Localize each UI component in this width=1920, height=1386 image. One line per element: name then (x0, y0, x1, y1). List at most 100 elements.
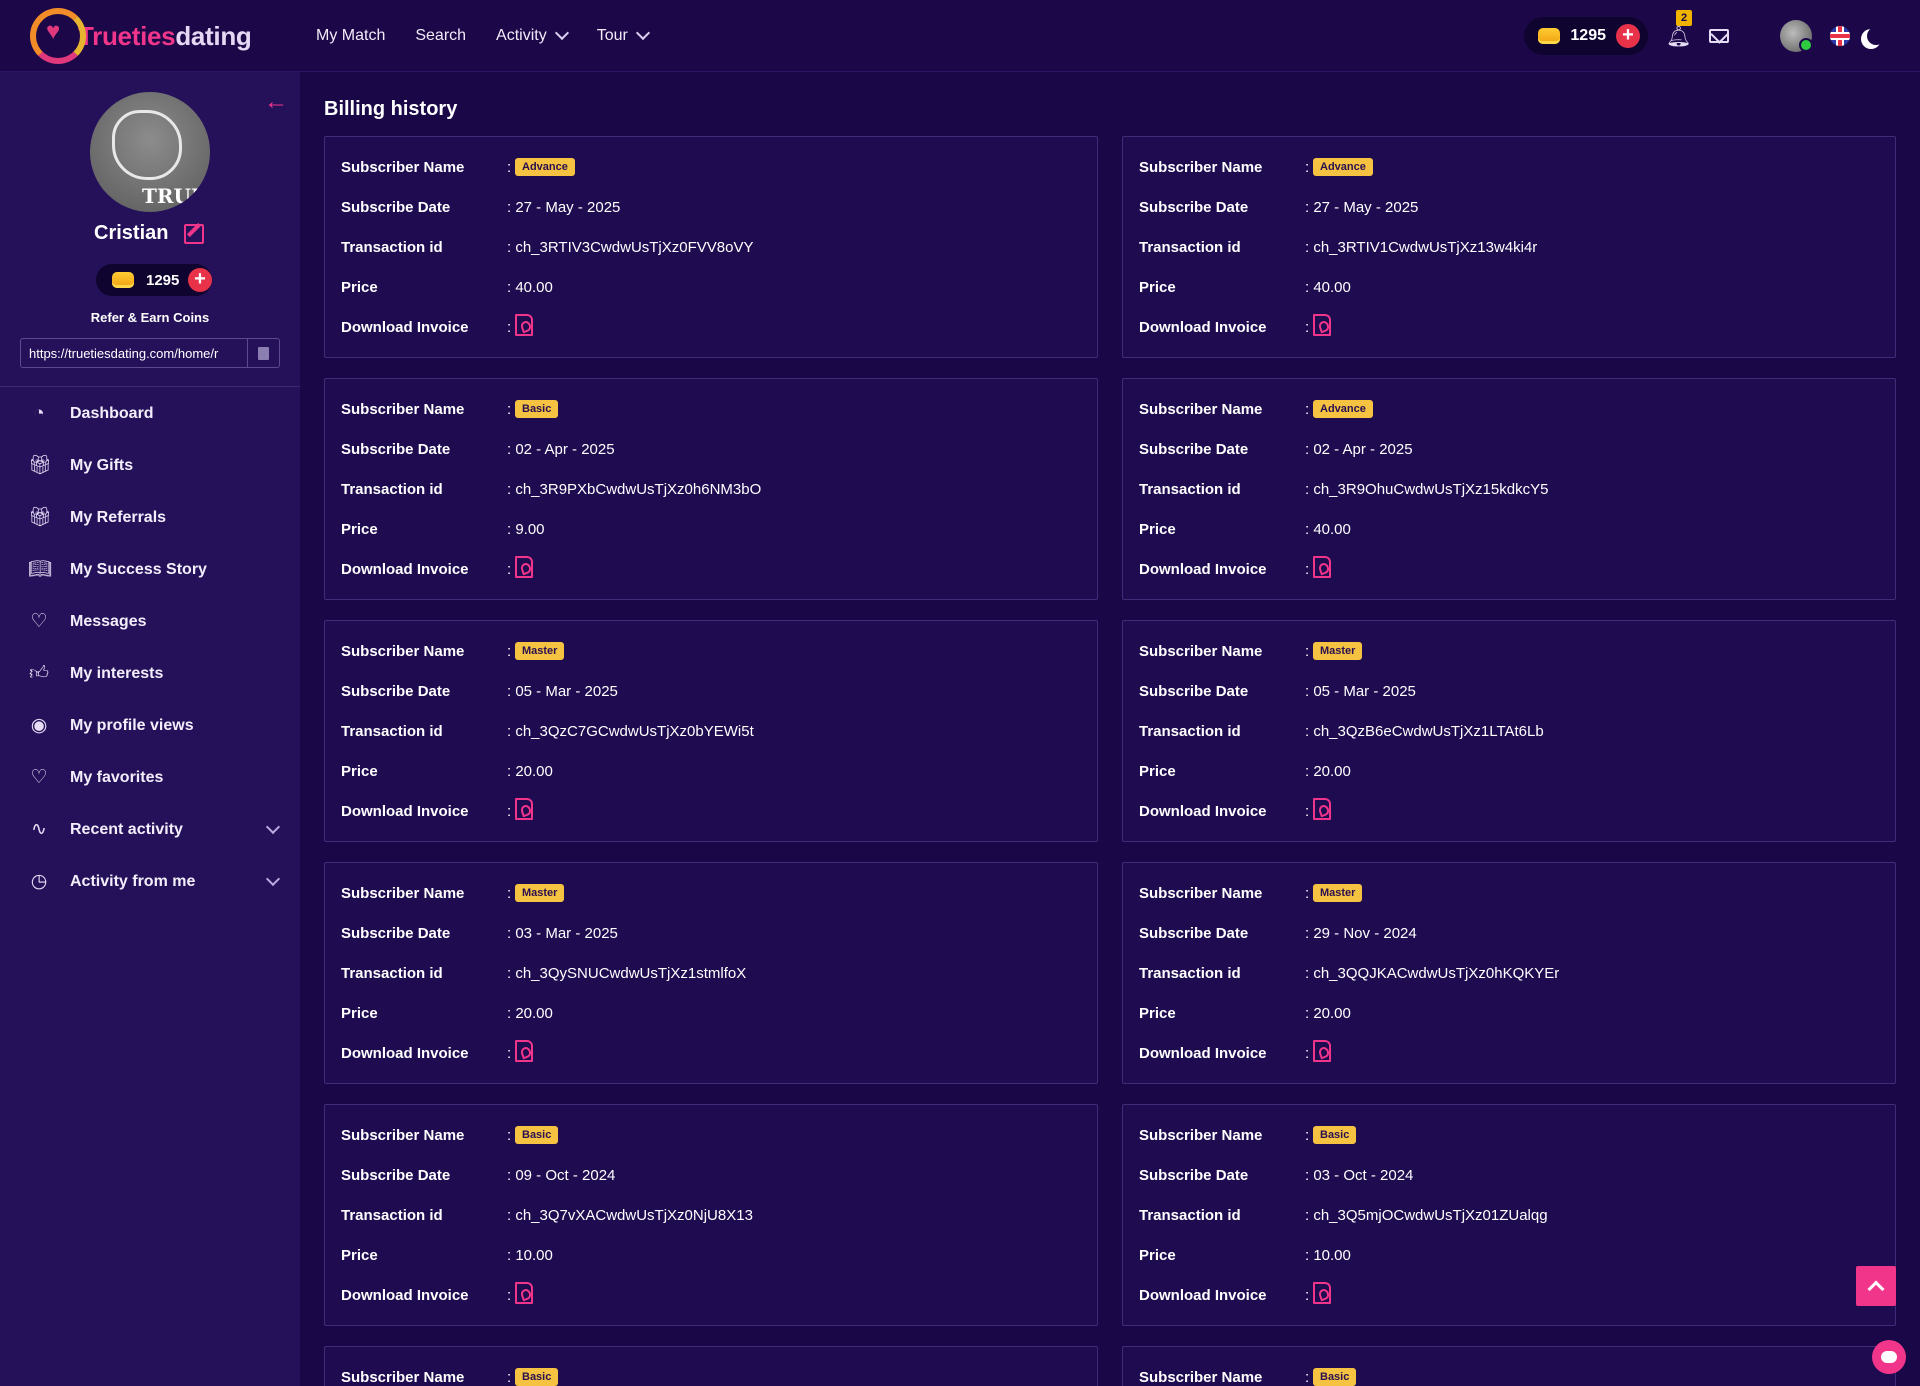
field-value-txn: : ch_3R9OhuCwdwUsTjXz15kdkcY5 (1305, 480, 1549, 498)
field-colon: : (1305, 560, 1310, 578)
profile-avatar[interactable]: TRUM (90, 92, 210, 212)
field-value-price: : 9.00 (507, 520, 545, 538)
sidebar-item-my-referrals[interactable]: 🎁︎ My Referrals (0, 492, 300, 544)
sidebar-coin-balance[interactable]: 1295 + (96, 264, 212, 296)
billing-cards: Subscriber Name: Advance Subscribe Date: 2… (324, 136, 1896, 1386)
sidebar-add-coins-button[interactable]: + (188, 268, 212, 292)
nav-item-tour[interactable]: Tour (597, 25, 650, 45)
field-label: Subscriber Name (341, 158, 465, 176)
billing-row-price: Price: 20.00 (341, 751, 1081, 791)
nav-item-my-match[interactable]: My Match (316, 27, 385, 45)
sidebar-item-my-profile-views[interactable]: ◉ My profile views (0, 700, 300, 752)
field-label: Subscriber Name (1139, 642, 1263, 660)
heart-icon: ♡ (30, 767, 48, 788)
refer-earn-label: Refer & Earn Coins (90, 310, 210, 325)
brand-name-part2: dating (175, 20, 252, 51)
brand-name-part1: Trueties (78, 20, 176, 51)
sidebar-item-my-interests[interactable]: 👍︎ My interests (0, 648, 300, 700)
field-colon: : (507, 560, 512, 578)
billing-row-subscribe-date: Subscribe Date: 03 - Mar - 2025 (341, 913, 1081, 953)
sidebar-item-my-gifts[interactable]: 🎁︎ My Gifts (0, 440, 300, 492)
billing-row-subscriber-name: Subscriber Name: Basic (341, 1115, 1081, 1155)
billing-row-subscribe-date: Subscribe Date: 05 - Mar - 2025 (341, 671, 1081, 711)
uk-flag-icon[interactable] (1830, 26, 1850, 46)
nav-item-activity[interactable]: Activity (496, 25, 569, 45)
field-value-date: : 03 - Mar - 2025 (507, 924, 618, 942)
brand-name: Truetiesdating (78, 21, 252, 52)
pdf-download-icon[interactable] (515, 1282, 533, 1304)
billing-card: Subscriber Name: Advance Subscribe Date: 0… (1122, 378, 1896, 600)
clipboard-icon (258, 346, 269, 360)
sidebar-item-dashboard[interactable]: ◔ Dashboard (0, 388, 300, 440)
billing-row-price: Price: 20.00 (1139, 993, 1879, 1033)
pdf-download-icon[interactable] (515, 556, 533, 578)
billing-row-subscriber-name: Subscriber Name: Basic (341, 389, 1081, 429)
billing-row-subscribe-date: Subscribe Date: 27 - May - 2025 (341, 187, 1081, 227)
field-value-txn: : ch_3RTIV3CwdwUsTjXz0FVV8oVY (507, 238, 754, 256)
referral-link-input[interactable] (21, 339, 247, 367)
pdf-download-icon[interactable] (515, 798, 533, 820)
chevron-down-icon[interactable] (265, 871, 281, 887)
sidebar-item-label: Dashboard (70, 405, 154, 422)
field-value-price: : 20.00 (507, 762, 553, 780)
field-colon: : (507, 400, 512, 418)
field-colon: : (1305, 1286, 1310, 1304)
field-label: Subscribe Date (341, 1166, 451, 1184)
field-label: Transaction id (1139, 238, 1241, 256)
field-value-price: : 10.00 (507, 1246, 553, 1264)
brand-logo[interactable]: ♥ Truetiesdating (30, 6, 252, 66)
billing-card: Subscriber Name: Basic Subscribe Date: 03 … (1122, 1104, 1896, 1326)
pdf-download-icon[interactable] (1313, 798, 1331, 820)
moon-icon[interactable] (1867, 27, 1885, 45)
copy-link-button[interactable] (247, 339, 279, 367)
user-avatar[interactable] (1780, 20, 1813, 52)
collapse-sidebar-arrow-icon[interactable]: ← (264, 88, 288, 116)
edit-profile-icon[interactable] (184, 224, 204, 244)
avatar-text: TRUM (142, 184, 210, 208)
pdf-download-icon[interactable] (1313, 1040, 1331, 1062)
field-label: Subscriber Name (341, 642, 465, 660)
chevron-down-icon[interactable] (265, 819, 281, 835)
coin-balance[interactable]: 1295 + (1524, 17, 1648, 55)
chat-button[interactable] (1872, 1340, 1906, 1374)
billing-row-transaction-id: Transaction id: ch_3RTIV3CwdwUsTjXz0FVV8… (341, 227, 1081, 267)
field-label: Price (1139, 762, 1176, 780)
plan-badge: Master (515, 884, 565, 902)
sidebar-item-messages[interactable]: ♡ Messages (0, 596, 300, 648)
pdf-download-icon[interactable] (515, 314, 533, 336)
sidebar-item-recent-activity[interactable]: ∿ Recent activity (0, 804, 300, 856)
avatar-illustration (112, 110, 182, 180)
billing-row-transaction-id: Transaction id: ch_3Q5mjOCwdwUsTjXz01ZUa… (1139, 1195, 1879, 1235)
billing-card: Subscriber Name: Advance Subscribe Date: 2… (1122, 136, 1896, 358)
messages-button[interactable] (1708, 29, 1730, 43)
billing-row-transaction-id: Transaction id: ch_3RTIV1CwdwUsTjXz13w4k… (1139, 227, 1879, 267)
sidebar-item-my-favorites[interactable]: ♡ My favorites (0, 752, 300, 804)
field-label: Download Invoice (341, 802, 469, 820)
billing-row-transaction-id: Transaction id: ch_3QySNUCwdwUsTjXz1stml… (341, 953, 1081, 993)
billing-row-subscriber-name: Subscriber Name: Master (341, 631, 1081, 671)
message-heart-icon: ♡ (30, 611, 48, 632)
field-colon: : (507, 1286, 512, 1304)
sidebar-item-label: My Gifts (70, 457, 134, 474)
billing-row-price: Price: 20.00 (1139, 751, 1879, 791)
field-colon: : (507, 884, 512, 902)
add-coins-button[interactable]: + (1616, 24, 1640, 48)
sidebar-item-activity-from-me[interactable]: ◷ Activity from me (0, 856, 300, 908)
pdf-download-icon[interactable] (1313, 556, 1331, 578)
pdf-download-icon[interactable] (515, 1040, 533, 1062)
pdf-download-icon[interactable] (1313, 314, 1331, 336)
plan-badge: Master (1313, 884, 1363, 902)
notifications-button[interactable]: 🔔︎ 2 (1666, 9, 1692, 49)
field-label: Download Invoice (1139, 318, 1267, 336)
billing-row-subscriber-name: Subscriber Name: Basic (341, 1357, 1081, 1386)
field-label: Transaction id (1139, 722, 1241, 740)
pdf-download-icon[interactable] (1313, 1282, 1331, 1304)
chevron-up-icon (1867, 1280, 1885, 1298)
billing-row-transaction-id: Transaction id: ch_3R9OhuCwdwUsTjXz15kdk… (1139, 469, 1879, 509)
billing-row-price: Price: 40.00 (1139, 267, 1879, 307)
billing-card: Subscriber Name: Basic (324, 1346, 1098, 1386)
nav-item-search[interactable]: Search (415, 27, 466, 45)
sidebar-item-my-success-story[interactable]: 📖︎ My Success Story (0, 544, 300, 596)
billing-row-subscriber-name: Subscriber Name: Basic (1139, 1115, 1879, 1155)
scroll-to-top-button[interactable] (1856, 1266, 1896, 1306)
